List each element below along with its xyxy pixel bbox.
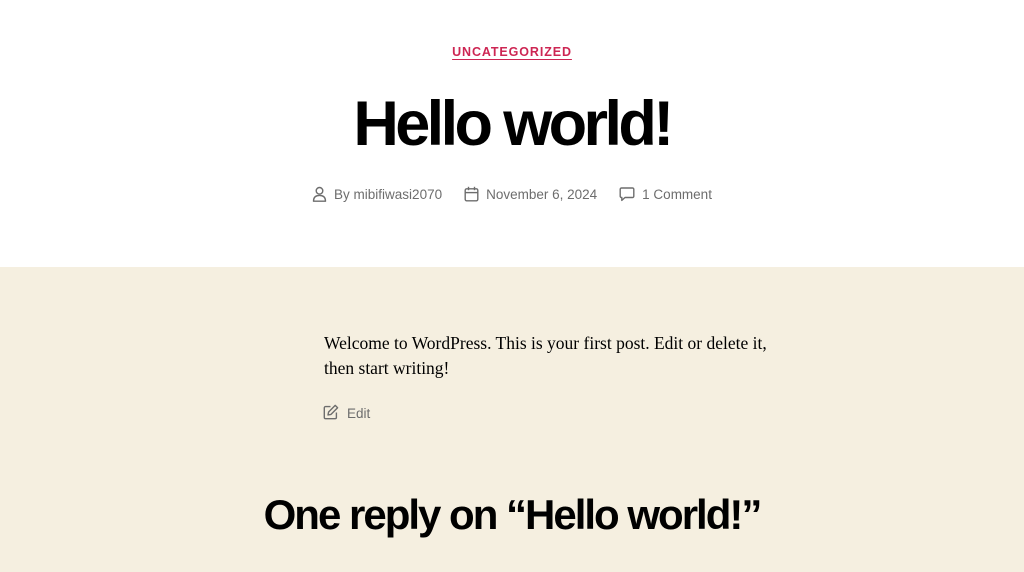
edit-label: Edit bbox=[347, 406, 371, 421]
post-date: November 6, 2024 bbox=[464, 184, 597, 204]
user-icon bbox=[312, 186, 327, 202]
speech-bubble-icon bbox=[619, 186, 635, 202]
post-content: Welcome to WordPress. This is your first… bbox=[0, 267, 1024, 572]
post-date-link[interactable]: November 6, 2024 bbox=[486, 187, 597, 202]
pencil-square-icon bbox=[323, 404, 339, 423]
comments-title: One reply on “Hello world!” bbox=[263, 491, 763, 538]
post-header: UNCATEGORIZED Hello world! By mibifiwasi… bbox=[0, 0, 1024, 267]
post-body-text: Welcome to WordPress. This is your first… bbox=[324, 333, 767, 378]
post-comments-link[interactable]: 1 Comment bbox=[642, 187, 712, 202]
post-author-link[interactable]: By mibifiwasi2070 bbox=[334, 187, 442, 202]
edit-post-link[interactable]: Edit bbox=[323, 404, 370, 423]
calendar-icon bbox=[464, 186, 479, 202]
category-link-uncategorized[interactable]: UNCATEGORIZED bbox=[452, 45, 572, 59]
post-comment-count: 1 Comment bbox=[619, 184, 712, 204]
post-title: Hello world! bbox=[353, 89, 674, 159]
category-list: UNCATEGORIZED bbox=[0, 43, 1024, 61]
post-author: By mibifiwasi2070 bbox=[312, 184, 442, 204]
post-meta: By mibifiwasi2070 November 6, 2024 1 Com… bbox=[0, 184, 1024, 204]
